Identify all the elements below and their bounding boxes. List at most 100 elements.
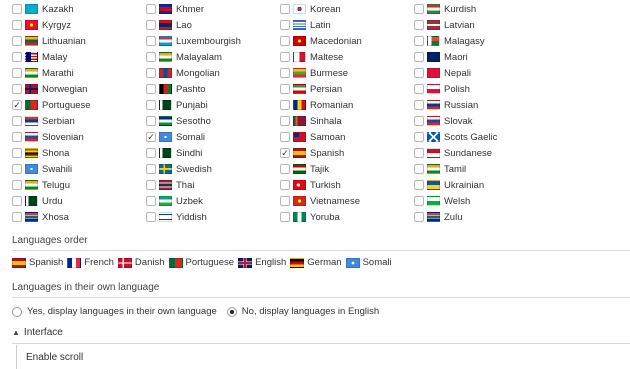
language-item[interactable]: Lithuanian [12,33,146,49]
language-item[interactable]: Pashto [146,81,280,97]
language-checkbox[interactable]: ✓ [12,100,22,110]
language-checkbox[interactable] [280,20,290,30]
language-checkbox[interactable] [280,132,290,142]
language-checkbox[interactable] [146,116,156,126]
language-item[interactable]: Turkish [280,177,414,193]
language-item[interactable]: Korean [280,1,414,17]
language-item[interactable]: Sindhi [146,145,280,161]
language-checkbox[interactable] [280,196,290,206]
order-item[interactable]: Somali [345,257,392,268]
language-item[interactable]: Kurdish [414,1,548,17]
language-item[interactable]: Welsh [414,193,548,209]
language-item[interactable]: Xhosa [12,209,146,225]
radio-option-yes[interactable]: Yes, display languages in their own lang… [12,306,217,317]
language-item[interactable]: Swahili [12,161,146,177]
language-checkbox[interactable] [146,84,156,94]
language-item[interactable]: Sesotho [146,113,280,129]
order-item[interactable]: Portuguese [168,257,234,268]
language-checkbox[interactable] [280,164,290,174]
order-item[interactable]: French [67,257,114,268]
language-checkbox[interactable] [146,196,156,206]
language-item[interactable]: Luxembourgish [146,33,280,49]
enable-scroll-item[interactable]: Enable scroll [16,345,83,369]
language-checkbox[interactable] [414,4,424,14]
language-item[interactable]: Uzbek [146,193,280,209]
language-checkbox[interactable] [146,180,156,190]
language-checkbox[interactable] [414,52,424,62]
language-item[interactable]: Samoan [280,129,414,145]
language-item[interactable]: Zulu [414,209,548,225]
language-checkbox[interactable] [12,36,22,46]
order-item[interactable]: Danish [117,257,165,268]
language-checkbox[interactable] [414,164,424,174]
language-checkbox[interactable] [414,148,424,158]
language-checkbox[interactable] [146,20,156,30]
language-checkbox[interactable] [414,196,424,206]
language-item[interactable]: Macedonian [280,33,414,49]
radio-yes[interactable] [12,306,22,317]
language-checkbox[interactable] [12,180,22,190]
language-item[interactable]: Telugu [12,177,146,193]
language-item[interactable]: Tajik [280,161,414,177]
language-item[interactable]: Norwegian [12,81,146,97]
language-item[interactable]: Maori [414,49,548,65]
language-item[interactable]: Malagasy [414,33,548,49]
language-checkbox[interactable] [280,180,290,190]
order-item[interactable]: Spanish [12,257,63,268]
language-item[interactable]: Tamil [414,161,548,177]
language-checkbox[interactable] [414,84,424,94]
language-item[interactable]: Marathi [12,65,146,81]
language-checkbox[interactable] [414,100,424,110]
language-checkbox[interactable] [414,212,424,222]
language-item[interactable]: Yiddish [146,209,280,225]
order-item[interactable]: German [290,257,342,268]
language-item[interactable]: ✓ Spanish [280,145,414,161]
language-checkbox[interactable] [146,148,156,158]
language-item[interactable]: Urdu [12,193,146,209]
language-checkbox[interactable] [12,4,22,14]
language-checkbox[interactable] [146,52,156,62]
language-item[interactable]: ✓ Somali [146,129,280,145]
language-item[interactable]: Kazakh [12,1,146,17]
language-checkbox[interactable] [280,116,290,126]
language-checkbox[interactable] [280,212,290,222]
interface-section-toggle[interactable]: ▲ Interface [12,327,63,338]
language-item[interactable]: Kyrgyz [12,17,146,33]
language-item[interactable]: Russian [414,97,548,113]
language-item[interactable]: Ukrainian [414,177,548,193]
language-item[interactable]: Burmese [280,65,414,81]
language-checkbox[interactable] [280,4,290,14]
language-item[interactable]: Latvian [414,17,548,33]
language-item[interactable]: Mongolian [146,65,280,81]
language-checkbox[interactable] [12,212,22,222]
language-checkbox[interactable] [280,36,290,46]
language-checkbox[interactable] [12,20,22,30]
language-checkbox[interactable] [146,4,156,14]
language-item[interactable]: Thai [146,177,280,193]
language-checkbox[interactable] [280,68,290,78]
language-item[interactable]: Malayalam [146,49,280,65]
language-checkbox[interactable] [280,84,290,94]
language-checkbox[interactable] [414,116,424,126]
language-checkbox[interactable]: ✓ [146,132,156,142]
language-checkbox[interactable] [280,100,290,110]
language-checkbox[interactable] [146,68,156,78]
language-item[interactable]: Shona [12,145,146,161]
language-item[interactable]: Lao [146,17,280,33]
language-checkbox[interactable] [414,20,424,30]
language-item[interactable]: Maltese [280,49,414,65]
language-checkbox[interactable] [414,180,424,190]
language-checkbox[interactable] [12,132,22,142]
language-item[interactable]: Persian [280,81,414,97]
language-item[interactable]: Sinhala [280,113,414,129]
language-checkbox[interactable] [12,148,22,158]
language-item[interactable]: Nepali [414,65,548,81]
language-item[interactable]: Malay [12,49,146,65]
language-item[interactable]: Polish [414,81,548,97]
language-checkbox[interactable] [146,100,156,110]
language-checkbox[interactable] [12,196,22,206]
language-item[interactable]: Sundanese [414,145,548,161]
language-item[interactable]: Yoruba [280,209,414,225]
language-checkbox[interactable] [12,116,22,126]
language-checkbox[interactable] [146,36,156,46]
